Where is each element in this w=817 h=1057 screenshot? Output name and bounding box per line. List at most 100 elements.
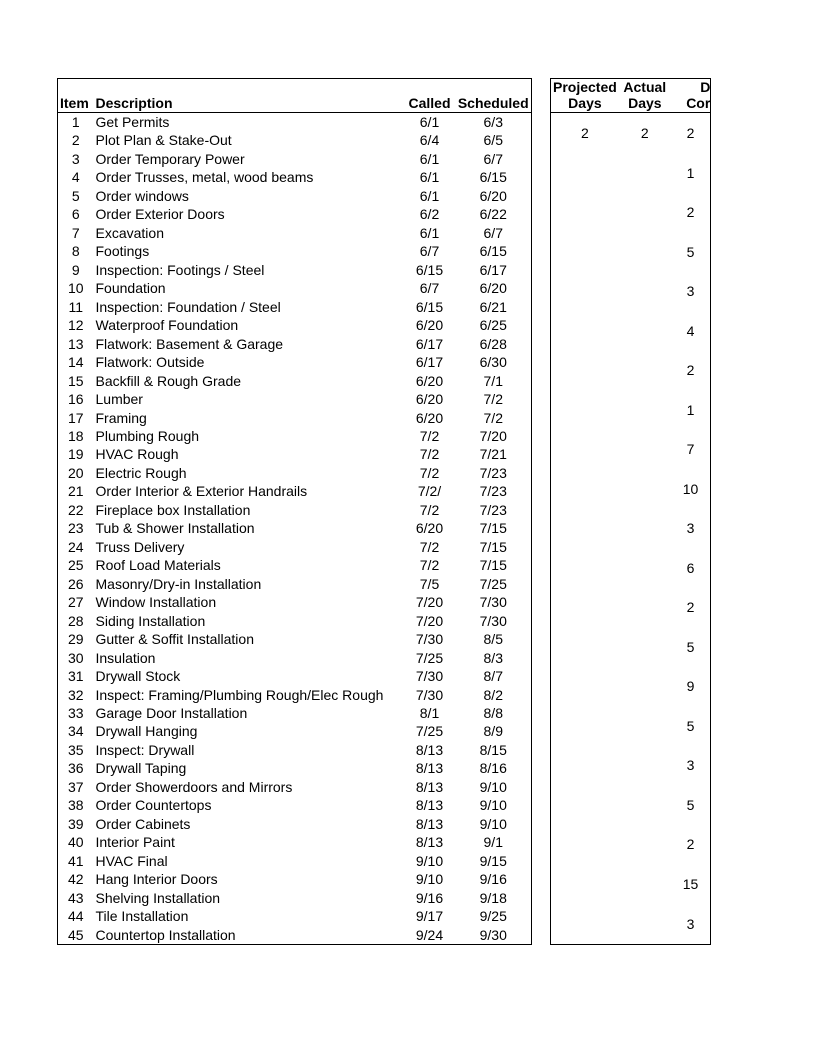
cell-item: 15 <box>58 372 94 390</box>
cell-item: 1 <box>58 113 94 132</box>
cell-scheduled: 9/25 <box>456 907 532 925</box>
table-row: 16Lumber6/207/2 <box>58 390 532 408</box>
cell-actual <box>619 864 671 904</box>
table-row: 6Order Exterior Doors6/26/22 <box>58 205 532 223</box>
table-row: 35Inspect: Drywall8/138/15 <box>58 741 532 759</box>
table-row: 31Drywall Stock7/308/7 <box>58 667 532 685</box>
table-row: 11Inspection: Foundation / Steel6/156/21 <box>58 298 532 316</box>
cell-description: Inspection: Footings / Steel <box>94 261 404 279</box>
cell-actual <box>619 430 671 470</box>
cell-extra: 10 <box>671 469 711 509</box>
cell-called: 6/17 <box>404 353 456 371</box>
cell-called: 6/20 <box>404 409 456 427</box>
table-row: 6 <box>551 548 711 588</box>
cell-extra: 2 <box>671 193 711 233</box>
col-scheduled: Scheduled <box>456 79 532 113</box>
table-row: 27Window Installation7/207/30 <box>58 593 532 611</box>
table-row: 24Truss Delivery7/27/15 <box>58 538 532 556</box>
cell-scheduled: 9/10 <box>456 796 532 814</box>
table-row: 22Fireplace box Installation7/27/23 <box>58 501 532 519</box>
cell-called: 9/17 <box>404 907 456 925</box>
cell-description: Drywall Stock <box>94 667 404 685</box>
cell-description: Framing <box>94 409 404 427</box>
cell-item: 27 <box>58 593 94 611</box>
table-row: 36Drywall Taping8/138/16 <box>58 759 532 777</box>
cell-projected <box>551 864 619 904</box>
cell-scheduled: 6/25 <box>456 316 532 334</box>
cell-projected <box>551 706 619 746</box>
cell-item: 39 <box>58 815 94 833</box>
cell-actual <box>619 667 671 707</box>
table-row: 2 <box>551 825 711 865</box>
cell-called: 8/1 <box>404 704 456 722</box>
cell-called: 7/2 <box>404 501 456 519</box>
table-row: 29Gutter & Soffit Installation7/308/5 <box>58 630 532 648</box>
col-actual-l2: Days <box>621 95 669 111</box>
cell-description: Order Interior & Exterior Handrails <box>94 482 404 500</box>
cell-item: 19 <box>58 445 94 463</box>
cell-description: Roof Load Materials <box>94 556 404 574</box>
page: Item Description Called Scheduled 1Get P… <box>0 0 817 1057</box>
cell-item: 3 <box>58 150 94 168</box>
cell-scheduled: 7/21 <box>456 445 532 463</box>
cell-item: 9 <box>58 261 94 279</box>
cell-scheduled: 9/15 <box>456 852 532 870</box>
cell-extra: 3 <box>671 272 711 312</box>
table-row: 40Interior Paint8/139/1 <box>58 833 532 851</box>
cell-extra: 7 <box>671 430 711 470</box>
cell-description: Lumber <box>94 390 404 408</box>
table-row: 44Tile Installation9/179/25 <box>58 907 532 925</box>
table-row: 19HVAC Rough7/27/21 <box>58 445 532 463</box>
cell-scheduled: 7/25 <box>456 575 532 593</box>
cell-called: 8/13 <box>404 815 456 833</box>
cell-item: 8 <box>58 242 94 260</box>
cell-actual <box>619 785 671 825</box>
cell-item: 40 <box>58 833 94 851</box>
cell-called: 6/1 <box>404 113 456 132</box>
cell-scheduled: 9/10 <box>456 778 532 796</box>
table-row: 20Electric Rough7/27/23 <box>58 464 532 482</box>
cell-projected <box>551 588 619 628</box>
cell-scheduled: 6/22 <box>456 205 532 223</box>
cell-item: 29 <box>58 630 94 648</box>
table-row: 2 <box>551 588 711 628</box>
table-row: 2 <box>551 193 711 233</box>
cell-called: 7/5 <box>404 575 456 593</box>
table-row: 15Backfill & Rough Grade6/207/1 <box>58 372 532 390</box>
table-row: 3 <box>551 904 711 945</box>
cell-description: Interior Paint <box>94 833 404 851</box>
table-row: 37Order Showerdoors and Mirrors8/139/10 <box>58 778 532 796</box>
table-row: 14Flatwork: Outside6/176/30 <box>58 353 532 371</box>
cell-projected <box>551 746 619 786</box>
cell-projected <box>551 509 619 549</box>
cell-description: Gutter & Soffit Installation <box>94 630 404 648</box>
cell-item: 26 <box>58 575 94 593</box>
col-truncated: D Cor <box>671 79 711 113</box>
cell-description: Order Cabinets <box>94 815 404 833</box>
cell-scheduled: 6/7 <box>456 150 532 168</box>
cell-item: 2 <box>58 131 94 149</box>
cell-description: Drywall Hanging <box>94 722 404 740</box>
table-row: 5 <box>551 706 711 746</box>
cell-scheduled: 6/30 <box>456 353 532 371</box>
table-row: 25Roof Load Materials7/27/15 <box>58 556 532 574</box>
table-row: 4 <box>551 311 711 351</box>
cell-projected <box>551 193 619 233</box>
table-row: 28Siding Installation7/207/30 <box>58 612 532 630</box>
cell-extra: 3 <box>671 746 711 786</box>
cell-scheduled: 7/23 <box>456 464 532 482</box>
table-row: 41HVAC Final9/109/15 <box>58 852 532 870</box>
cell-item: 6 <box>58 205 94 223</box>
cell-description: Order Countertops <box>94 796 404 814</box>
cell-description: Excavation <box>94 224 404 242</box>
cell-projected <box>551 785 619 825</box>
schedule-table: Item Description Called Scheduled 1Get P… <box>57 78 532 945</box>
table-row: 5 <box>551 785 711 825</box>
cell-item: 24 <box>58 538 94 556</box>
cell-item: 5 <box>58 187 94 205</box>
cell-scheduled: 7/2 <box>456 409 532 427</box>
cell-actual <box>619 706 671 746</box>
cell-scheduled: 7/30 <box>456 612 532 630</box>
table-row: 4Order Trusses, metal, wood beams6/16/15 <box>58 168 532 186</box>
cell-item: 17 <box>58 409 94 427</box>
